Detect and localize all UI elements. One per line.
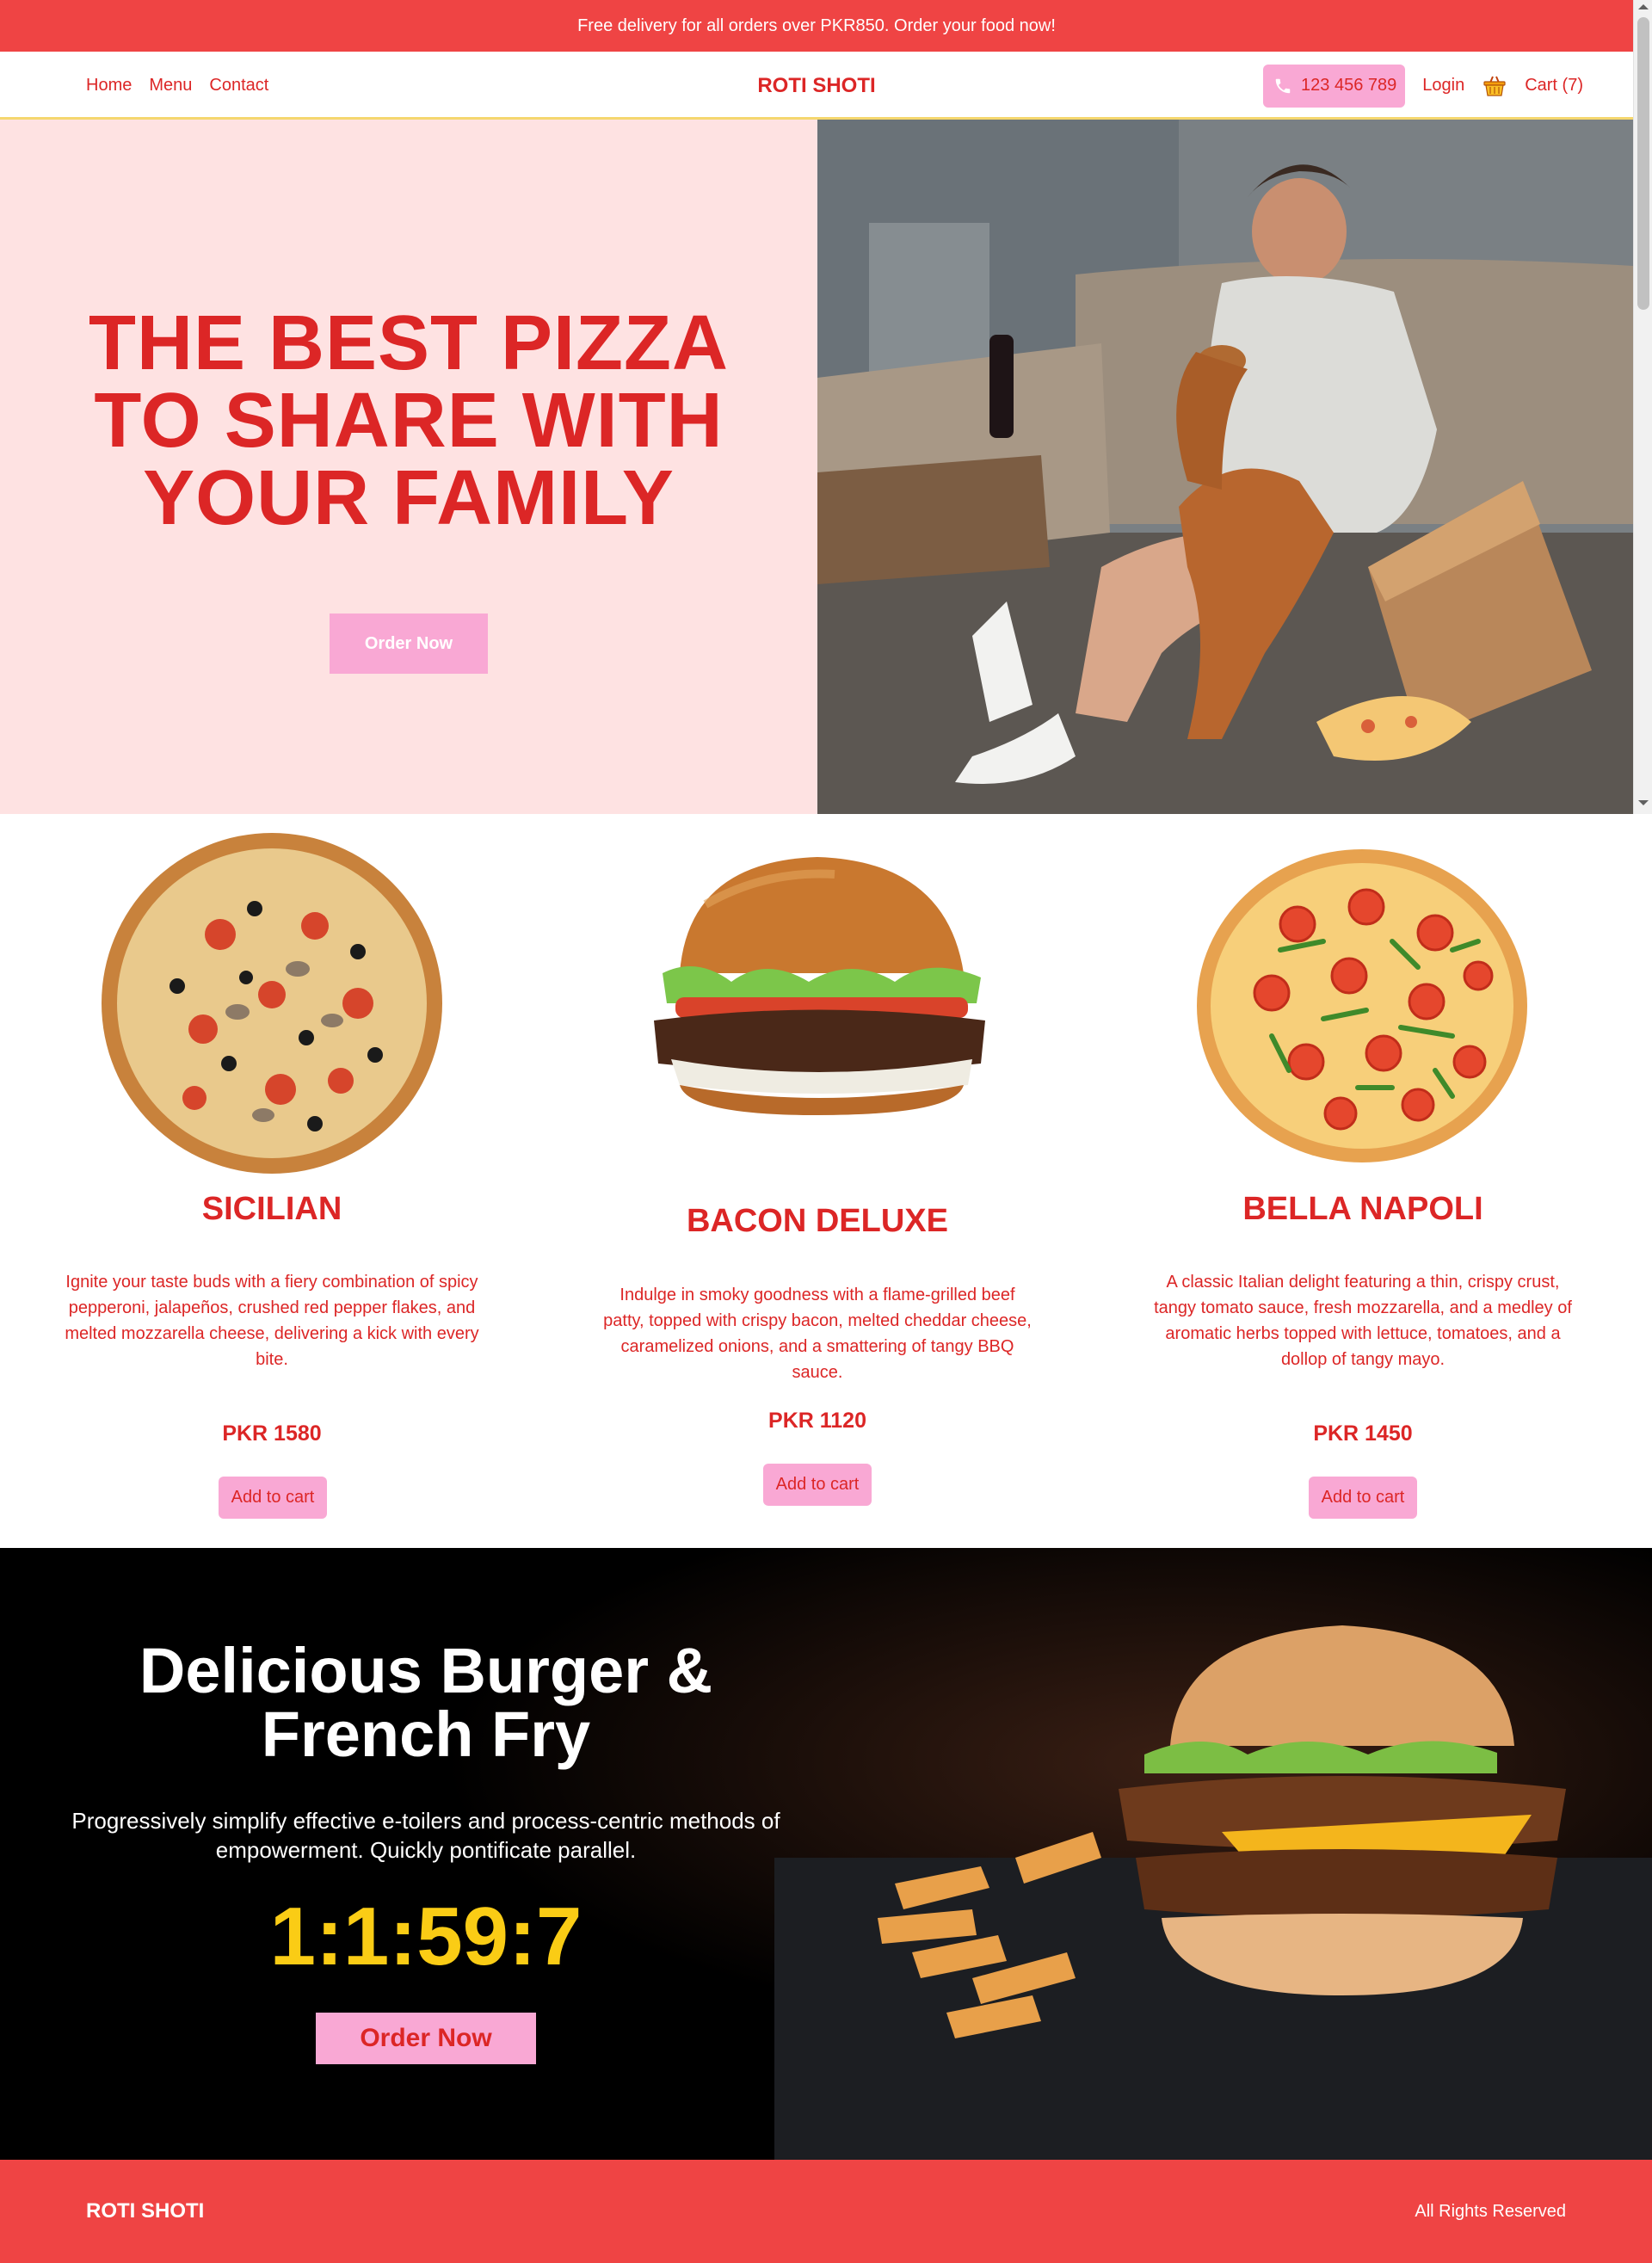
site-footer: ROTI SHOTI All Rights Reserved	[0, 2160, 1652, 2263]
nav-menu[interactable]: Menu	[149, 76, 192, 96]
product-description: Ignite your taste buds with a fiery comb…	[65, 1273, 479, 1369]
countdown-timer: 1:1:59:7	[269, 1890, 583, 1982]
burger-image	[654, 857, 985, 1115]
site-header: Home Menu Contact ROTI SHOTI 123 456 789…	[0, 52, 1633, 120]
add-to-cart-button[interactable]: Add to cart	[763, 1464, 872, 1506]
products-section: SICILIAN Ignite your taste buds with a f…	[0, 814, 1652, 1548]
product-price: PKR 1120	[768, 1409, 866, 1433]
product-description: A classic Italian delight featuring a th…	[1154, 1273, 1572, 1369]
footer-rights: All Rights Reserved	[1415, 2201, 1566, 2221]
product-name: BELLA NAPOLI	[1242, 1191, 1483, 1227]
product-name: BACON DELUXE	[686, 1203, 949, 1239]
scroll-up-arrow-icon[interactable]	[1638, 4, 1649, 9]
scroll-thumb[interactable]	[1637, 17, 1649, 310]
hero-order-button[interactable]: Order Now	[330, 614, 488, 674]
deal-section: Delicious Burger & French Fry Progressiv…	[0, 1548, 1652, 2160]
hero-photo	[817, 120, 1633, 814]
basket-icon[interactable]	[1482, 73, 1507, 99]
brand-logo[interactable]: ROTI SHOTI	[757, 74, 875, 98]
product-card-sicilian: SICILIAN Ignite your taste buds with a f…	[14, 814, 530, 1548]
nav-contact[interactable]: Contact	[209, 76, 268, 96]
deal-text: Progressively simplify effective e-toile…	[71, 1808, 780, 1863]
nav-home[interactable]: Home	[86, 76, 132, 96]
add-to-cart-button[interactable]: Add to cart	[219, 1477, 327, 1519]
product-name: SICILIAN	[201, 1191, 342, 1227]
footer-brand: ROTI SHOTI	[86, 2199, 205, 2223]
product-card-bacon-deluxe: BACON DELUXE Indulge in smoky goodness w…	[559, 814, 1076, 1548]
pizza-image	[1197, 849, 1527, 1162]
header-actions: 123 456 789 Login Cart (7)	[1263, 52, 1583, 120]
page-scrollbar[interactable]	[1633, 0, 1652, 814]
promo-bar: Free delivery for all orders over PKR850…	[0, 0, 1633, 52]
cart-link[interactable]: Cart (7)	[1525, 76, 1583, 96]
phone-icon	[1273, 77, 1292, 96]
product-description: Indulge in smoky goodness with a flame-g…	[603, 1286, 1032, 1382]
phone-number: 123 456 789	[1301, 76, 1397, 95]
login-link[interactable]: Login	[1422, 76, 1464, 96]
product-card-bella-napoli: BELLA NAPOLI A classic Italian delight f…	[1105, 814, 1621, 1548]
scroll-down-arrow-icon[interactable]	[1638, 800, 1649, 805]
deal-order-button[interactable]: Order Now	[316, 2013, 536, 2064]
promo-text: Free delivery for all orders over PKR850…	[577, 15, 1056, 35]
deal-title: Delicious Burger & French Fry	[139, 1635, 713, 1770]
product-price: PKR 1580	[222, 1421, 322, 1446]
product-price: PKR 1450	[1313, 1421, 1413, 1446]
hero-section: THE BEST PIZZA TO SHARE WITH YOUR FAMILY…	[0, 120, 1633, 814]
main-nav: Home Menu Contact	[86, 52, 268, 120]
hero-photo-illustration	[817, 120, 1633, 814]
hero-text-panel: THE BEST PIZZA TO SHARE WITH YOUR FAMILY…	[0, 120, 817, 814]
hero-title: THE BEST PIZZA TO SHARE WITH YOUR FAMILY	[88, 300, 730, 541]
pizza-image	[102, 833, 442, 1174]
add-to-cart-button[interactable]: Add to cart	[1309, 1477, 1417, 1519]
phone-button[interactable]: 123 456 789	[1263, 64, 1406, 108]
